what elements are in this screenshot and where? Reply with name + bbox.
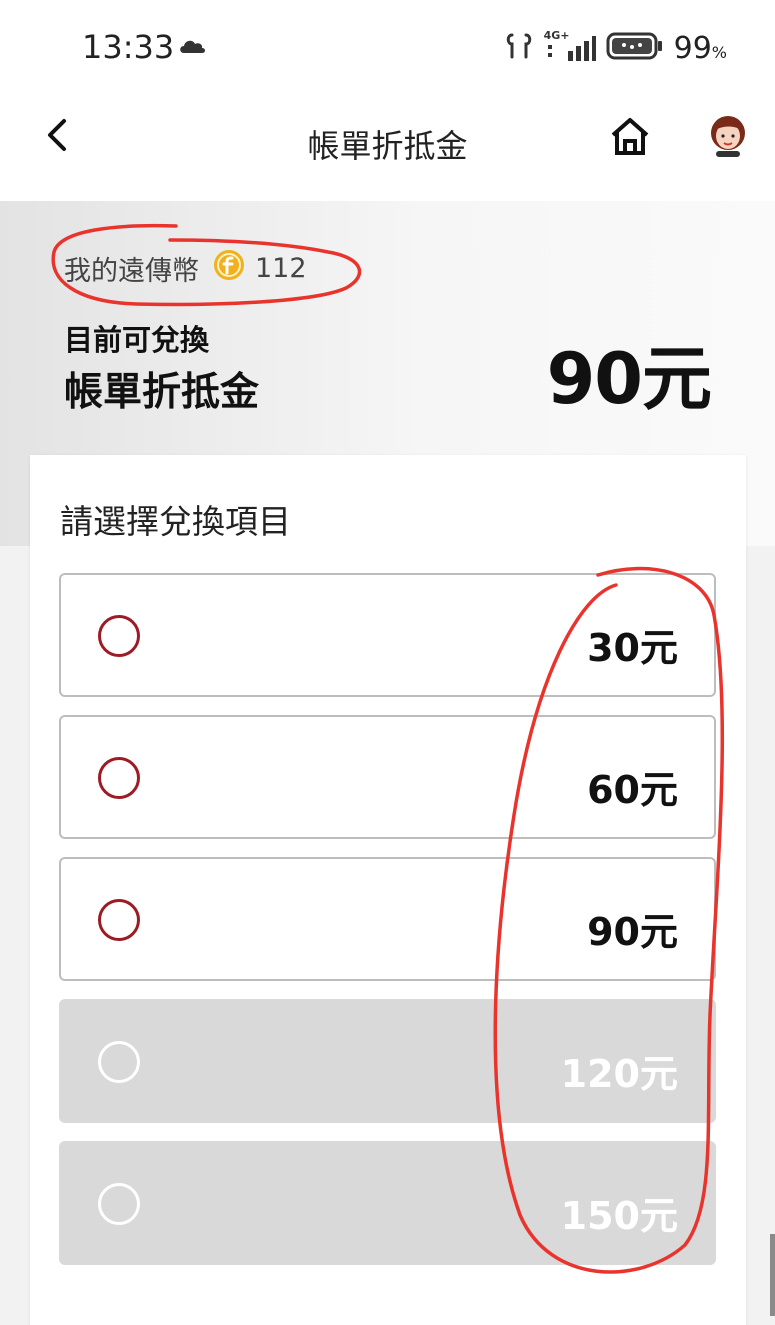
status-time: 13:33 <box>82 28 175 66</box>
battery-icon <box>606 31 664 65</box>
cloud-icon <box>178 36 206 58</box>
card-title: 請選擇兌換項目 <box>60 502 291 541</box>
annotation-circle-coins <box>51 223 362 307</box>
hero-subtitle: 目前可兌換 <box>64 323 210 357</box>
page-title: 帳單折抵金 <box>307 127 468 165</box>
radio-icon <box>98 1183 140 1225</box>
avatar[interactable] <box>708 113 748 157</box>
radio-icon[interactable] <box>98 615 140 657</box>
app-header: 帳單折抵金 <box>0 95 775 201</box>
home-icon[interactable] <box>607 113 653 163</box>
scrollbar-edge <box>770 1234 775 1316</box>
annotation-circle-amounts <box>493 566 725 1274</box>
radio-icon[interactable] <box>98 899 140 941</box>
earbuds-icon <box>504 32 534 64</box>
radio-icon[interactable] <box>98 757 140 799</box>
status-bar: 13:33 4G+ 99% <box>0 0 775 95</box>
hero-title: 帳單折抵金 <box>64 370 260 415</box>
redeemable-amount: 90元 <box>546 338 712 420</box>
battery-percent: 99% <box>673 30 727 66</box>
signal-icon: 4G+ <box>544 29 596 63</box>
status-icons: 4G+ 99% <box>504 28 727 68</box>
radio-icon <box>98 1041 140 1083</box>
